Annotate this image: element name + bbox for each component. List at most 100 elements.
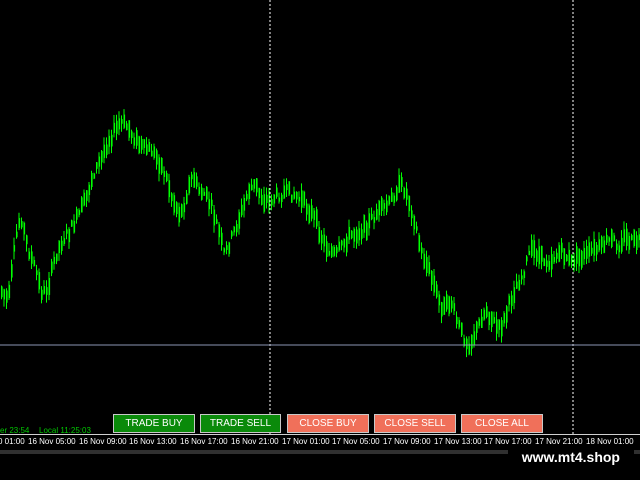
candle-body — [176, 202, 178, 215]
close-buy-button[interactable]: CLOSE BUY — [287, 414, 369, 433]
candle-body — [121, 119, 123, 124]
candle-body — [373, 217, 376, 223]
candle-body — [356, 229, 358, 244]
candle-body — [358, 228, 361, 241]
candle-body — [8, 284, 11, 299]
candle-body — [516, 281, 518, 289]
candle-body — [418, 235, 421, 252]
candle-body — [256, 178, 258, 193]
candle-body — [86, 190, 88, 201]
candle-body — [191, 174, 193, 180]
time-axis-label: 16 Nov 17:00 — [180, 437, 228, 446]
candle-body — [366, 222, 368, 241]
candle-body — [591, 247, 593, 254]
candle-body — [263, 194, 266, 212]
candle-body — [486, 306, 488, 317]
candle-body — [286, 184, 288, 191]
candle-body — [198, 186, 201, 195]
candle-body — [503, 312, 506, 324]
trade-buy-button[interactable]: TRADE BUY — [113, 414, 195, 433]
candle-body — [408, 196, 411, 212]
candle-body — [101, 151, 103, 163]
time-axis-label: 17 Nov 09:00 — [383, 437, 431, 446]
candle-body — [53, 256, 56, 264]
candle-body — [423, 253, 426, 269]
candle-body — [96, 162, 98, 169]
candle-body — [181, 204, 183, 217]
candle-body — [511, 295, 513, 307]
candle-body — [306, 203, 308, 215]
candle-body — [498, 319, 501, 330]
candle-body — [311, 205, 313, 219]
candle-body — [501, 320, 503, 337]
candle-body — [116, 120, 118, 134]
candle-body — [168, 180, 171, 198]
candle-body — [213, 209, 216, 226]
candle-body — [88, 184, 91, 196]
candle-body — [493, 317, 496, 324]
candle-body — [151, 150, 153, 157]
candle-body — [371, 213, 373, 220]
candle-body — [126, 123, 128, 131]
candle-body — [148, 142, 151, 152]
candle-body — [118, 118, 121, 130]
candle-body — [393, 195, 396, 203]
candle-body — [31, 251, 33, 264]
candle-body — [428, 262, 431, 275]
candle-body — [141, 138, 143, 150]
candle-body — [38, 272, 41, 290]
candle-body — [178, 206, 181, 223]
candle-body — [81, 197, 83, 213]
close-all-button[interactable]: CLOSE ALL — [461, 414, 543, 433]
candle-body — [508, 295, 511, 305]
candle-body — [461, 322, 463, 336]
candle-body — [26, 235, 28, 245]
candle-body — [68, 228, 71, 243]
candle-body — [278, 197, 281, 202]
candle-body — [421, 247, 423, 254]
trade-sell-button[interactable]: TRADE SELL — [200, 414, 281, 433]
candle-body — [228, 242, 231, 254]
candlestick-chart[interactable] — [0, 0, 640, 434]
candle-body — [251, 184, 253, 191]
candle-body — [473, 331, 476, 345]
candle-body — [513, 287, 516, 304]
candle-body — [318, 227, 321, 243]
candle-body — [441, 302, 443, 317]
time-axis-label: 17 Nov 05:00 — [332, 437, 380, 446]
candle-body — [158, 157, 161, 174]
candle-body — [221, 232, 223, 246]
candle-body — [566, 254, 568, 262]
candle-body — [426, 257, 428, 274]
candle-body — [11, 264, 13, 278]
time-axis-label: 0 01:00 — [0, 437, 25, 446]
candle-body — [276, 187, 278, 197]
candle-body — [233, 226, 236, 233]
close-sell-button[interactable]: CLOSE SELL — [374, 414, 456, 433]
candle-body — [446, 294, 448, 310]
candle-body — [518, 279, 521, 291]
candle-body — [588, 242, 591, 257]
candle-body — [351, 230, 353, 239]
candle-body — [346, 236, 348, 253]
candle-body — [341, 240, 343, 246]
candle-body — [611, 229, 613, 247]
candle-body — [491, 311, 493, 328]
price-chart[interactable] — [0, 0, 640, 434]
candle-body — [303, 191, 306, 206]
candle-body — [458, 320, 461, 328]
candle-body — [381, 197, 383, 212]
candle-body — [98, 156, 101, 167]
candle-body — [161, 157, 163, 174]
candle-body — [41, 289, 43, 300]
candle-body — [206, 186, 208, 200]
candle-body — [188, 176, 191, 194]
candle-body — [623, 229, 626, 243]
candle-body — [536, 250, 538, 262]
candle-body — [16, 231, 18, 238]
candle-body — [438, 294, 441, 306]
candle-body — [528, 250, 531, 256]
candle-body — [571, 254, 573, 263]
candle-body — [396, 187, 398, 201]
candle-body — [561, 242, 563, 253]
